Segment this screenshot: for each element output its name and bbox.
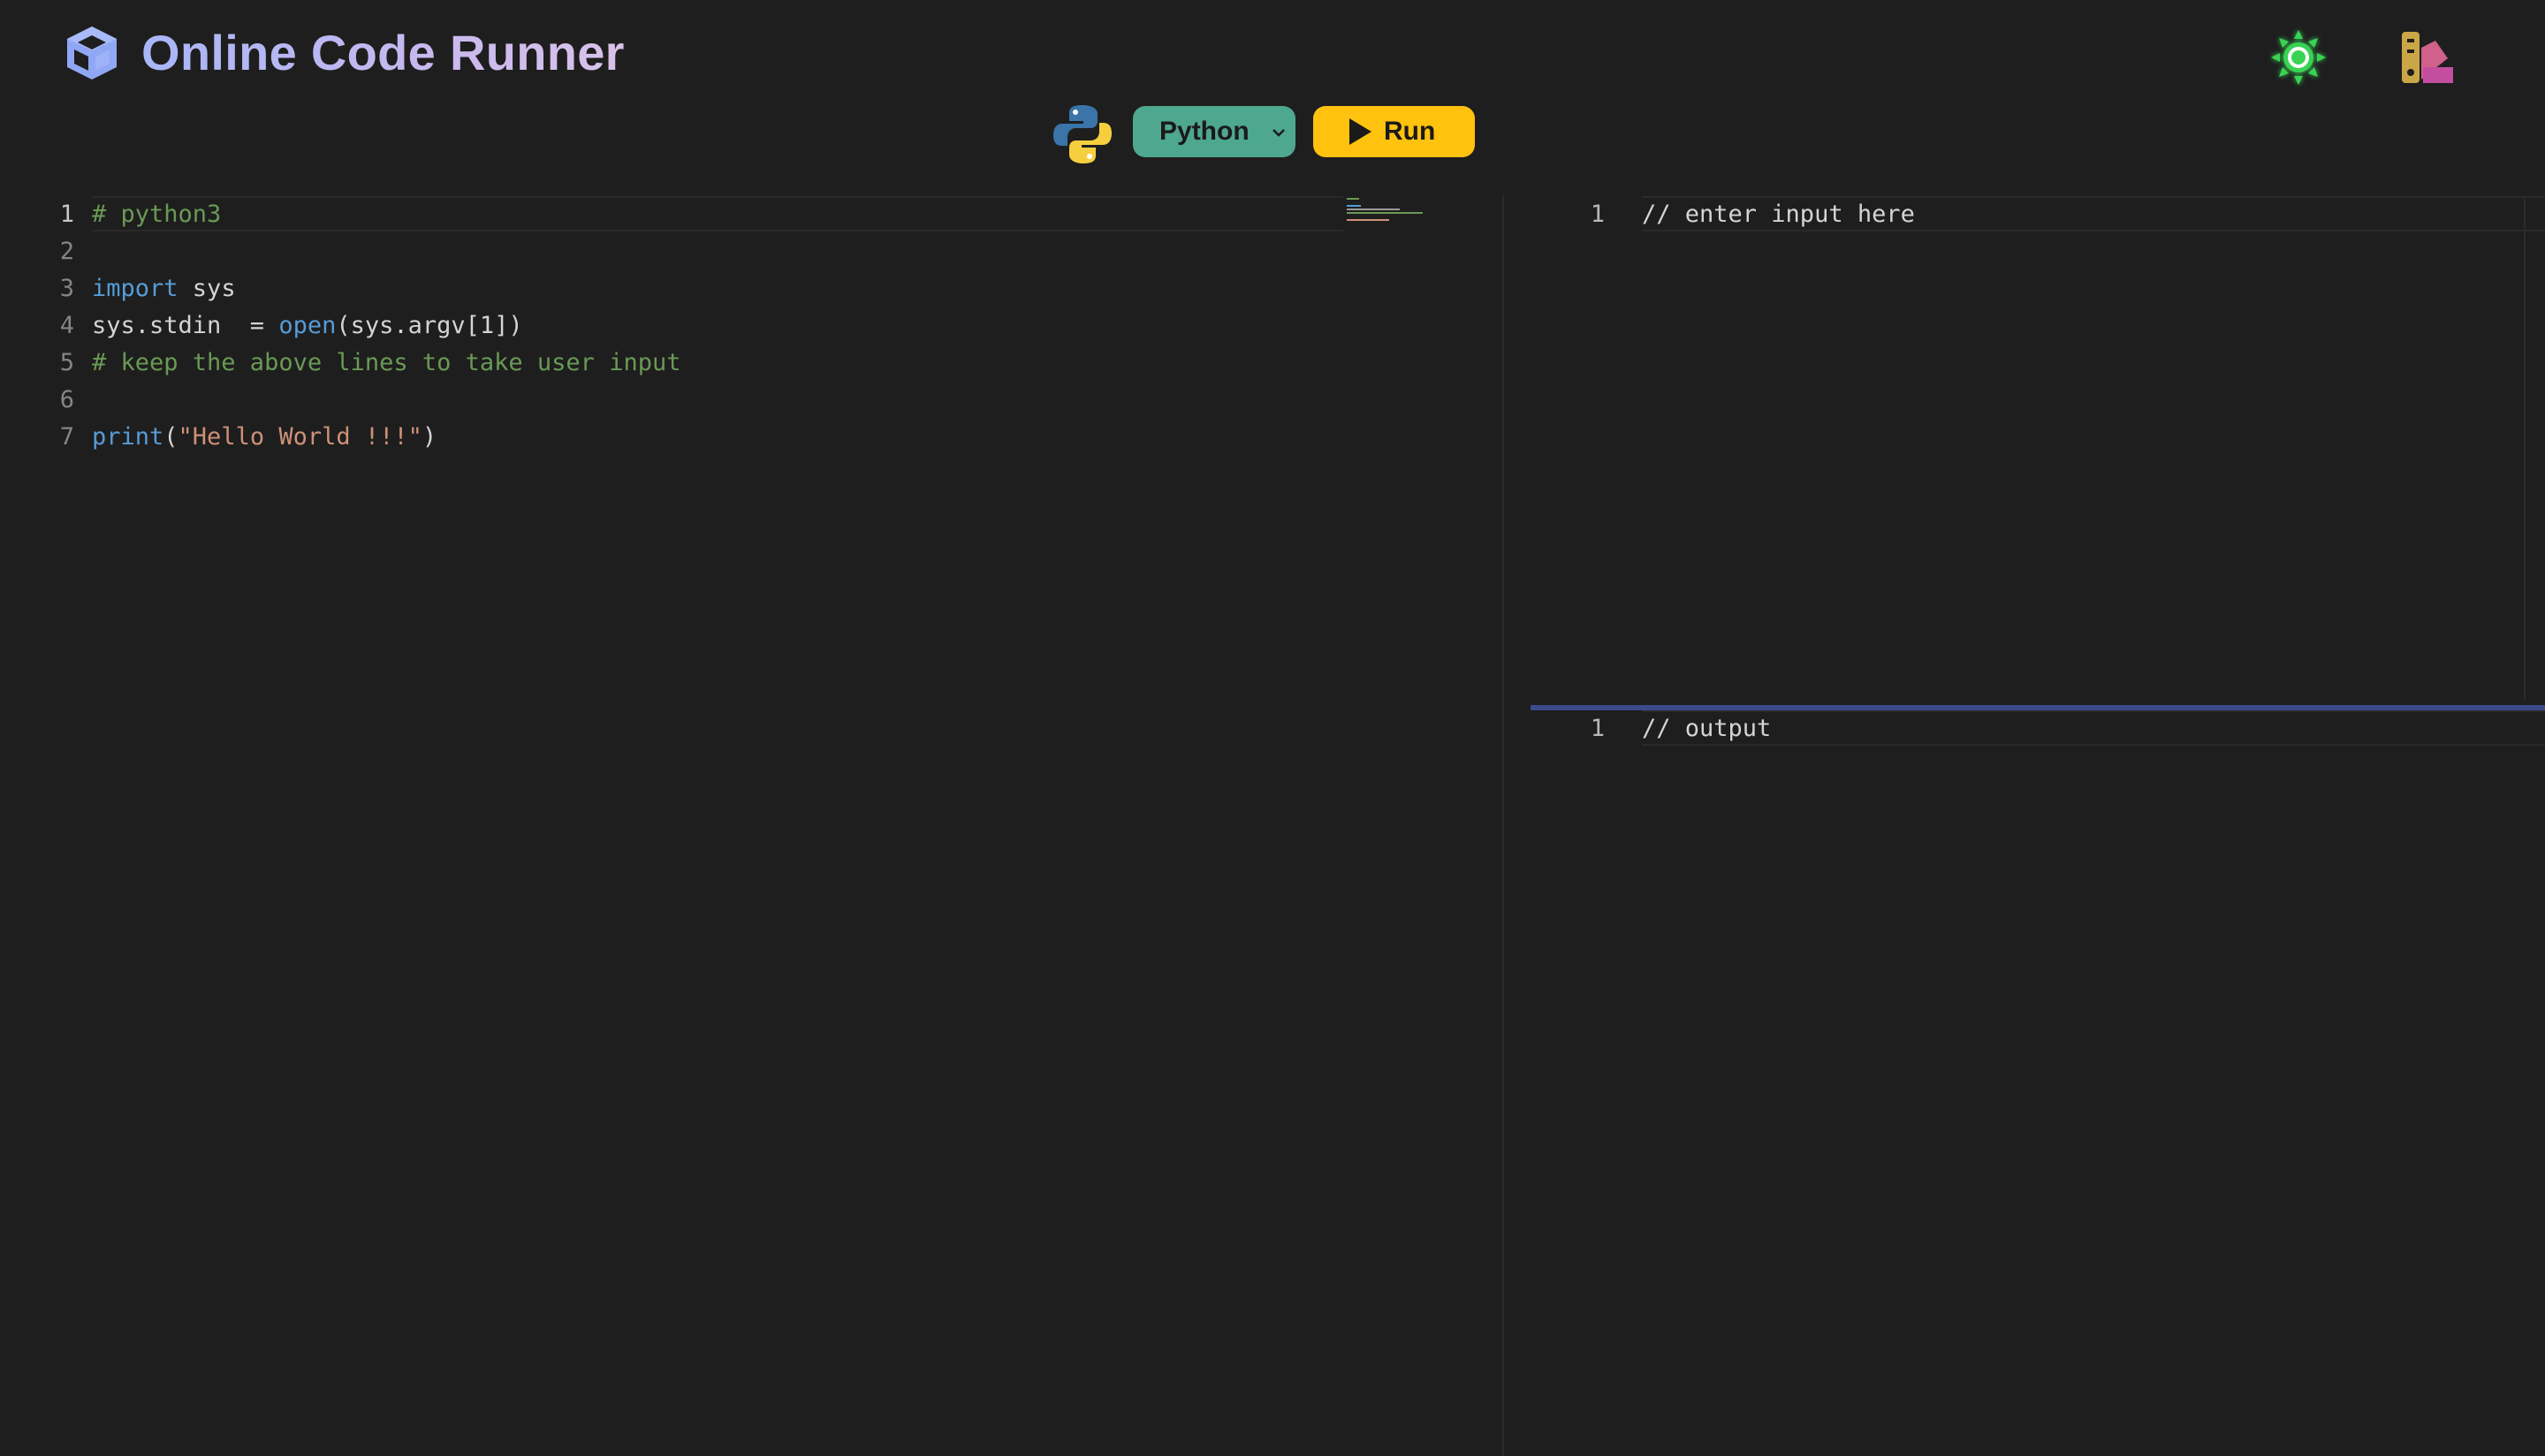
- input-lines[interactable]: // enter input here: [1642, 196, 2545, 233]
- code-token: ): [422, 423, 437, 451]
- play-icon: [1349, 118, 1371, 145]
- code-token: "Hello World !!!": [178, 423, 422, 451]
- minimap[interactable]: [1343, 196, 1432, 231]
- code-line[interactable]: [92, 233, 1347, 270]
- line-number: 3: [59, 275, 74, 302]
- line-number: 7: [59, 423, 74, 451]
- sun-icon: [2271, 30, 2326, 85]
- run-button[interactable]: Run: [1313, 106, 1475, 157]
- cube-icon: [67, 27, 117, 80]
- code-editor[interactable]: 1234567 # python3 import sys sys.stdin = o…: [0, 196, 1502, 1456]
- line-number: 6: [59, 386, 74, 413]
- line-number-gutter: 1 2 3 4 5 6 7: [0, 196, 74, 456]
- input-line-number-gutter: 1: [1531, 196, 1605, 233]
- color-palette-button[interactable]: [2397, 28, 2457, 88]
- line-number: 1: [1590, 201, 1605, 228]
- color-palette-icon: [2402, 32, 2453, 83]
- code-line[interactable]: sys.stdin = open(sys.argv[1]): [92, 307, 1347, 345]
- code-line[interactable]: # python3: [92, 196, 1347, 233]
- python-logo-icon: [1053, 105, 1112, 163]
- code-token: open: [278, 312, 337, 339]
- line-number: 1: [59, 201, 74, 228]
- brand: Online Code Runner: [62, 21, 625, 85]
- code-token: import: [92, 275, 179, 302]
- chevron-down-icon: [1272, 129, 1285, 137]
- output-editor[interactable]: 1 // output: [1531, 710, 2545, 1456]
- run-button-label: Run: [1384, 117, 1436, 146]
- code-token: sys.stdin =: [92, 312, 279, 339]
- line-number: 2: [59, 238, 74, 265]
- editor-line[interactable]: // output: [1642, 710, 2545, 747]
- pane-divider[interactable]: [1502, 196, 1504, 1456]
- output-line-number-gutter: 1: [1531, 710, 1605, 747]
- code-token: sys: [178, 275, 236, 302]
- code-token: # keep the above lines to take user inpu…: [92, 349, 681, 376]
- app-title: Online Code Runner: [141, 21, 625, 85]
- editor-line[interactable]: // enter input here: [1642, 196, 2545, 233]
- line-number: 4: [59, 312, 74, 339]
- theme-toggle-button[interactable]: [2268, 27, 2329, 88]
- code-line[interactable]: import sys: [92, 270, 1347, 307]
- input-editor[interactable]: 1 // enter input here: [1531, 196, 2545, 700]
- code-line[interactable]: # keep the above lines to take user inpu…: [92, 345, 1347, 382]
- language-select-value: Python: [1159, 117, 1250, 146]
- output-lines[interactable]: // output: [1642, 710, 2545, 747]
- code-line[interactable]: print("Hello World !!!"): [92, 419, 1347, 456]
- code-token: (sys.argv[1]): [336, 312, 523, 339]
- code-token: print: [92, 423, 164, 451]
- code-token: (: [163, 423, 179, 451]
- line-number: 1: [1590, 715, 1605, 742]
- code-lines[interactable]: # python3 import sys sys.stdin = open(sys.…: [92, 196, 1347, 456]
- code-line[interactable]: [92, 382, 1347, 419]
- code-token: # python3: [92, 201, 222, 228]
- language-select[interactable]: Python: [1133, 106, 1295, 157]
- line-number: 5: [59, 349, 74, 376]
- app-root: Online Code Runner Python Run 1 2 3 4 5 …: [0, 0, 2545, 1456]
